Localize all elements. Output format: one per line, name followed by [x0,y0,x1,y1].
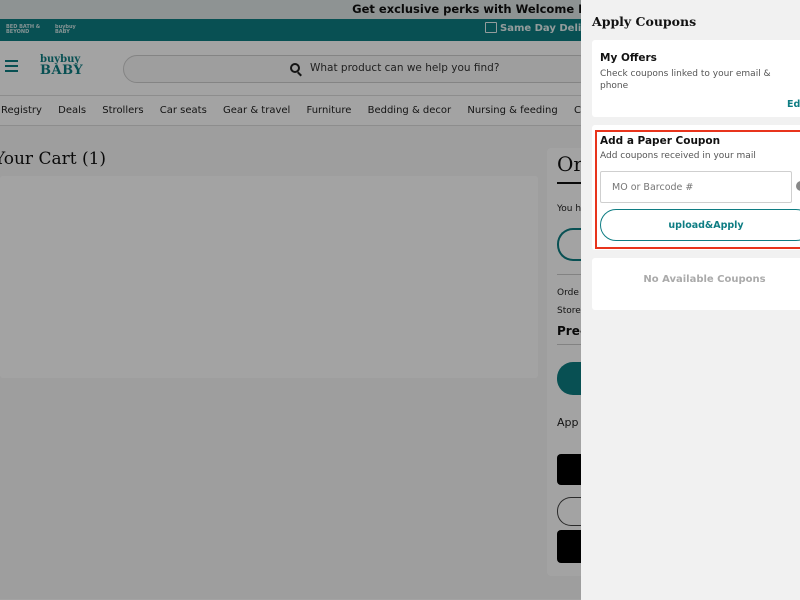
no-coupons-card: No Available Coupons [592,258,800,310]
paper-coupon-card: Add a Paper Coupon Add coupons received … [592,125,800,250]
paper-coupon-description: Add coupons received in your mail [600,151,756,161]
no-coupons-message: No Available Coupons [643,274,766,285]
edit-link[interactable]: Ed [787,99,800,110]
upload-apply-button[interactable]: upload&Apply [600,209,800,241]
modal-overlay[interactable] [0,0,581,600]
my-offers-card: My Offers Check coupons linked to your e… [592,40,800,117]
info-icon[interactable] [796,181,800,191]
apply-coupons-drawer: Apply Coupons My Offers Check coupons li… [581,0,800,600]
barcode-input[interactable] [600,171,792,203]
my-offers-title: My Offers [600,52,657,64]
paper-coupon-title: Add a Paper Coupon [600,135,721,147]
drawer-title: Apply Coupons [592,14,697,29]
my-offers-description: Check coupons linked to your email & pho… [600,69,771,91]
